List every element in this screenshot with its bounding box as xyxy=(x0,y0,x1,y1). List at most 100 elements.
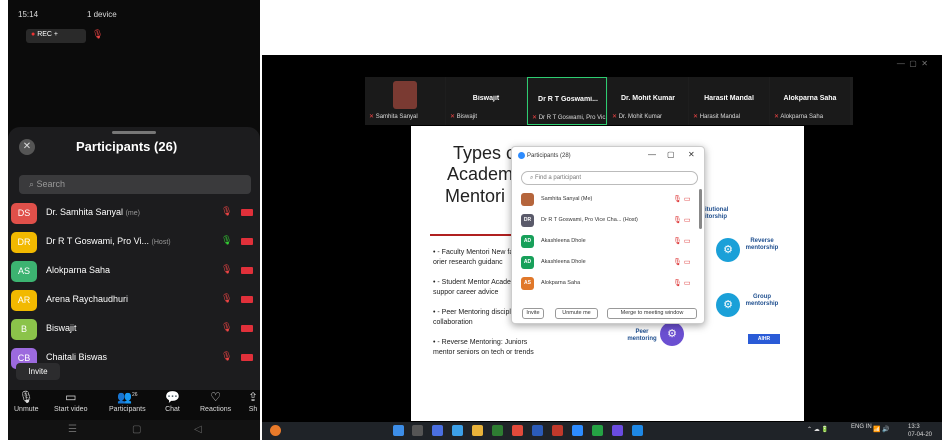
avatar: AS xyxy=(521,277,534,290)
video-off-icon xyxy=(241,354,253,361)
popup-participant-row[interactable]: AS Alokparna Saha 🎙 ▭ xyxy=(521,274,699,294)
search-icon[interactable] xyxy=(412,425,423,436)
maximize-icon[interactable]: ▢ xyxy=(667,150,675,159)
peer-mentoring-icon: ⚙ xyxy=(660,322,684,346)
microphone-icon: 🎙 xyxy=(221,235,233,245)
minimize-icon[interactable]: — xyxy=(648,150,656,159)
mic-muted-icon: 🎙 xyxy=(221,322,233,332)
find-participant-input[interactable]: ⌕ Find a participant xyxy=(521,171,698,185)
video-off-icon xyxy=(241,238,253,245)
chrome-icon[interactable] xyxy=(512,425,523,436)
back-nav-icon[interactable]: ◁ xyxy=(194,424,202,435)
close-icon[interactable]: ✕ xyxy=(19,139,35,155)
participant-row[interactable]: DR Dr R T Goswami, Pro Vi... (Host) 🎙 xyxy=(8,229,260,257)
participant-name: Dr. Samhita Sanyal (me) xyxy=(46,207,140,217)
bullet-4: • - Reverse Mentoring: Juniors mentor se… xyxy=(433,339,534,356)
avatar: AR xyxy=(11,290,37,311)
participant-name-text: Arena Raychaudhuri xyxy=(46,294,129,304)
status-devices: 1 device xyxy=(86,10,117,19)
mic-muted-icon: ✕ xyxy=(532,115,538,121)
file-explorer-icon[interactable] xyxy=(472,425,483,436)
tray-icons[interactable]: ⌃ ☁ 🔋 xyxy=(807,426,829,433)
avatar: B xyxy=(11,319,37,340)
video-tile[interactable]: Harasit Mandal ✕ Harasit Mandal xyxy=(689,77,769,125)
video-tile-label-text: Dr R T Goswami, Pro Vic... xyxy=(538,115,606,121)
unmute-me-button[interactable]: Unmute me xyxy=(555,308,598,319)
avatar: AD xyxy=(521,256,534,269)
edge-icon[interactable] xyxy=(452,425,463,436)
clock[interactable]: 13:3 07-04-20 xyxy=(908,423,932,439)
mic-muted-icon: 🎙 xyxy=(221,293,233,303)
window-controls[interactable]: — ▢ ✕ xyxy=(897,59,928,68)
popup-participant-row[interactable]: DR Dr R T Goswami, Pro Vice Cha... (Host)… xyxy=(521,211,699,231)
popup-title-bar: Participants (28) xyxy=(518,152,571,159)
word-icon[interactable] xyxy=(532,425,543,436)
participant-row[interactable]: DS Dr. Samhita Sanyal (me) 🎙 xyxy=(8,200,260,228)
video-tile[interactable]: Alokparna Saha ✕ Alokparna Saha xyxy=(770,77,850,125)
language-indicator[interactable]: ENG IN xyxy=(851,424,872,431)
drag-handle[interactable] xyxy=(112,131,156,134)
search-input[interactable]: ⌕ Search xyxy=(19,175,251,194)
invite-button[interactable]: Invite xyxy=(16,363,60,380)
participant-tag: (Host) xyxy=(151,239,171,246)
task-view-icon[interactable] xyxy=(432,425,443,436)
participants-popup: Participants (28) — ▢ ✕ ⌕ Find a partici… xyxy=(511,146,705,324)
close-icon[interactable]: ✕ xyxy=(688,150,695,159)
popup-scrollbar[interactable] xyxy=(699,189,702,229)
excel-icon[interactable] xyxy=(492,425,503,436)
video-tile[interactable]: ✕ Samhita Sanyal xyxy=(365,77,445,125)
participant-name: Dr R T Goswami, Pro Vi... (Host) xyxy=(46,236,171,246)
participant-name: Biswajit xyxy=(46,323,77,333)
video-tile[interactable]: Biswajit ✕ Biswajit xyxy=(446,77,526,125)
share-button[interactable]: ⇪ Sh xyxy=(248,390,258,413)
mic-video-muted-icons: 🎙 ▭ xyxy=(673,238,691,245)
zoom-icon[interactable] xyxy=(572,425,583,436)
unmute-label: Unmute xyxy=(14,406,39,413)
rec-indicator[interactable]: ● REC + xyxy=(26,29,86,43)
start-video-button[interactable]: ▭ Start video xyxy=(54,390,87,413)
avatar: AD xyxy=(521,235,534,248)
participants-count-badge: 26 xyxy=(131,392,138,398)
chat-icon: 💬 xyxy=(165,390,180,404)
teams-icon[interactable] xyxy=(612,425,623,436)
popup-participant-row[interactable]: AD Akashleena Dhole 🎙 ▭ xyxy=(521,232,699,252)
menu-nav-icon[interactable]: ☰ xyxy=(68,424,77,435)
popup-participant-row[interactable]: Samhita Sanyal (Me) 🎙 ▭ xyxy=(521,190,699,210)
video-tile-name: Dr. Mohit Kumar xyxy=(620,95,676,102)
participant-name-text: Biswajit xyxy=(46,323,77,333)
avatar: AS xyxy=(11,261,37,282)
phone-status-bar: 15:14 1 device xyxy=(18,10,117,19)
popup-participant-name: Samhita Sanyal (Me) xyxy=(541,196,593,202)
windows-start-icon[interactable] xyxy=(393,425,404,436)
chat-button[interactable]: 💬 Chat xyxy=(165,390,180,413)
rec-label: REC xyxy=(37,31,52,38)
panel-title: Participants (26) xyxy=(76,139,178,154)
participant-row[interactable]: AS Alokparna Saha 🎙 xyxy=(8,258,260,286)
participant-row[interactable]: AR Arena Raychaudhuri 🎙 xyxy=(8,287,260,315)
group-mentorship-icon: ⚙ xyxy=(716,293,740,317)
reactions-label: Reactions xyxy=(200,406,232,413)
participants-button[interactable]: 👥26 Participants xyxy=(109,390,146,413)
video-tile[interactable]: Dr. Mohit Kumar ✕ Dr. Mohit Kumar xyxy=(608,77,688,125)
video-tile[interactable]: Dr R T Goswami... ✕ Dr R T Goswami, Pro V… xyxy=(527,77,607,125)
slide-title-line-1: Types c xyxy=(453,143,516,163)
video-off-icon xyxy=(241,267,253,274)
heart-icon: ♡ xyxy=(210,390,221,404)
video-tile-label: ✕ Alokparna Saha xyxy=(774,113,848,120)
network-volume-icons[interactable]: 📶 🔊 xyxy=(873,426,890,433)
powerpoint-icon[interactable] xyxy=(552,425,563,436)
clock-date: 07-04-20 xyxy=(908,432,933,438)
participant-row[interactable]: B Biswajit 🎙 xyxy=(8,316,260,344)
weather-icon[interactable] xyxy=(270,425,281,436)
popup-participant-row[interactable]: AD Akashleena Dhole 🎙 ▭ xyxy=(521,253,699,273)
avatar: DR xyxy=(11,232,37,253)
unmute-button[interactable]: 🎙 Unmute xyxy=(14,390,39,413)
popup-title: Participants (28) xyxy=(527,153,571,160)
merge-window-button[interactable]: Merge to meeting window xyxy=(607,308,697,319)
reactions-button[interactable]: ♡ Reactions xyxy=(200,390,231,413)
whatsapp-icon[interactable] xyxy=(592,425,603,436)
home-nav-icon[interactable]: ▢ xyxy=(132,424,141,435)
mail-icon[interactable] xyxy=(632,425,643,436)
popup-invite-button[interactable]: Invite xyxy=(522,308,544,319)
participant-name: Chaitali Biswas xyxy=(46,352,107,362)
